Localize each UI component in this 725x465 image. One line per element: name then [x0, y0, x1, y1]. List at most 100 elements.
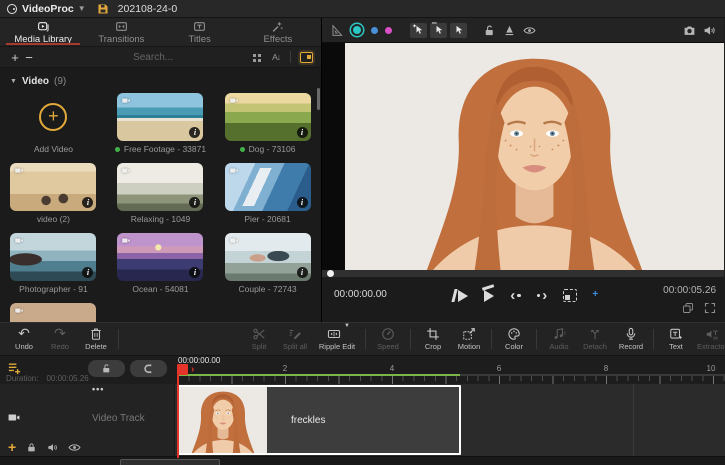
cursor-tool-star-button[interactable]: ✦ — [410, 23, 427, 38]
tab-transitions[interactable]: Transitions — [82, 18, 160, 46]
marker-color-blue[interactable] — [371, 27, 378, 34]
media-item[interactable]: i video (2) — [10, 163, 97, 224]
sort-icon[interactable]: A↓ — [272, 52, 280, 62]
speed-button[interactable]: Speed — [370, 327, 406, 351]
delete-button[interactable]: Delete — [78, 327, 114, 351]
add-video-button[interactable]: + Add Video — [10, 93, 97, 154]
playhead-handle[interactable] — [177, 364, 188, 375]
fullscreen-icon[interactable] — [704, 302, 716, 314]
seek-handle[interactable] — [327, 270, 334, 277]
compare-windows-icon[interactable] — [682, 302, 694, 314]
search-input[interactable] — [131, 51, 241, 64]
magnet-icon — [143, 363, 154, 374]
volume-speaker-icon[interactable] — [703, 24, 716, 37]
ruler-icon[interactable] — [330, 24, 343, 37]
timeline-clip[interactable]: freckles — [177, 385, 461, 455]
info-icon[interactable]: i — [297, 197, 308, 208]
tab-media-library[interactable]: Media Library — [4, 18, 82, 46]
tab-effects[interactable]: Effects — [239, 18, 317, 46]
split-button[interactable]: Split — [241, 327, 277, 351]
media-item[interactable]: i Relaxing - 1049 — [115, 163, 206, 224]
tab-titles[interactable]: Titles — [161, 18, 239, 46]
media-thumbnail[interactable]: i — [10, 303, 96, 322]
media-thumbnail[interactable]: i — [225, 233, 311, 281]
detach-button[interactable]: Detach — [577, 327, 613, 351]
media-thumbnail[interactable]: i — [117, 233, 203, 281]
info-icon[interactable]: i — [297, 127, 308, 138]
media-thumbnail[interactable]: i — [10, 163, 96, 211]
media-thumbnail[interactable]: i — [225, 163, 311, 211]
remove-media-button[interactable]: − — [22, 51, 36, 64]
info-icon[interactable]: i — [189, 267, 200, 278]
media-item[interactable]: i Pier - 20681 — [224, 163, 311, 224]
media-thumbnail[interactable]: i — [117, 163, 203, 211]
marker-color-cyan[interactable] — [353, 26, 361, 34]
snap-magnet-button[interactable] — [130, 360, 167, 377]
info-icon[interactable]: i — [297, 267, 308, 278]
library-content: ▼ Video (9) + Add Video i Free Foota — [0, 68, 321, 322]
media-item[interactable]: i Free Footage - 33871 — [115, 93, 206, 154]
cursor-tool-bar-button[interactable]: ▔ — [430, 23, 447, 38]
marker-color-magenta[interactable] — [385, 27, 392, 34]
color-button[interactable]: Color — [496, 327, 532, 351]
media-item[interactable]: i Couple - 72743 — [224, 233, 311, 294]
brush-icon[interactable] — [503, 24, 516, 37]
track-mute-icon[interactable] — [47, 442, 58, 453]
ruler-ticks-major — [178, 376, 725, 384]
ruler-number: 6 — [497, 364, 501, 373]
eye-icon[interactable] — [523, 24, 536, 37]
extractor-button[interactable]: Extractor — [694, 327, 725, 351]
toggle-panel-icon[interactable] — [300, 52, 313, 63]
info-icon[interactable]: i — [82, 267, 93, 278]
ripple-edit-button[interactable]: ▼Ripple Edit — [313, 327, 361, 351]
media-thumbnail[interactable]: i — [117, 93, 203, 141]
save-project-icon[interactable] — [97, 3, 109, 15]
media-thumbnail[interactable]: i — [10, 233, 96, 281]
text-button[interactable]: Text — [658, 327, 694, 351]
next-frame-button[interactable]: › — [537, 288, 548, 303]
frame-select-icon[interactable] — [563, 289, 577, 302]
preview-seek-bar[interactable] — [322, 270, 724, 277]
grid-view-icon[interactable] — [252, 52, 262, 62]
info-icon[interactable]: i — [189, 127, 200, 138]
media-item[interactable]: i Photographer - 91 — [10, 233, 97, 294]
library-scrollbar[interactable] — [317, 88, 320, 110]
library-action-bar: + − A↓ — [0, 47, 321, 68]
video-section-header[interactable]: ▼ Video (9) — [10, 72, 311, 90]
playhead-line[interactable] — [177, 375, 179, 458]
info-icon[interactable]: i — [189, 197, 200, 208]
track-visibility-icon[interactable] — [68, 441, 81, 454]
track-lock-icon[interactable] — [26, 442, 37, 453]
cursor-tool-button[interactable] — [450, 23, 467, 38]
motion-button[interactable]: Motion — [451, 327, 487, 351]
play-button[interactable] — [484, 290, 494, 302]
app-menu[interactable]: VideoProc — [22, 3, 74, 15]
split-all-button[interactable]: Split all — [277, 327, 313, 351]
timeline-tracks: ••• Video Track + freckles — [0, 384, 725, 456]
crop-button[interactable]: Crop — [415, 327, 451, 351]
lock-open-icon[interactable] — [483, 24, 496, 37]
add-media-button[interactable]: + — [8, 51, 22, 64]
audio-button[interactable]: Audio — [541, 327, 577, 351]
add-clip-icon[interactable]: + — [8, 440, 16, 454]
media-item[interactable]: i Dog - 73106 — [224, 93, 311, 154]
gauge-icon — [381, 327, 395, 341]
track-menu-button[interactable]: ••• — [92, 384, 104, 394]
media-thumbnail[interactable]: i — [225, 93, 311, 141]
media-item[interactable]: i — [10, 303, 97, 322]
snapshot-camera-icon[interactable] — [683, 24, 696, 37]
undo-button[interactable]: ↶Undo — [6, 327, 42, 351]
info-icon[interactable]: i — [82, 197, 93, 208]
collapse-chevron-icon[interactable]: ▼ — [10, 78, 17, 85]
video-viewport[interactable] — [322, 43, 724, 270]
media-item[interactable]: i Ocean - 54081 — [115, 233, 206, 294]
divider — [365, 329, 366, 349]
record-button[interactable]: Record — [613, 327, 649, 351]
chevron-down-icon[interactable]: ▼ — [78, 4, 86, 13]
timeline-lock-button[interactable] — [88, 360, 125, 377]
redo-button[interactable]: ↷Redo — [42, 327, 78, 351]
music-note-icon — [552, 327, 566, 341]
status-dot — [240, 147, 245, 152]
previous-frame-button[interactable]: ‹ — [510, 288, 521, 303]
play-from-in-button[interactable] — [453, 289, 469, 302]
